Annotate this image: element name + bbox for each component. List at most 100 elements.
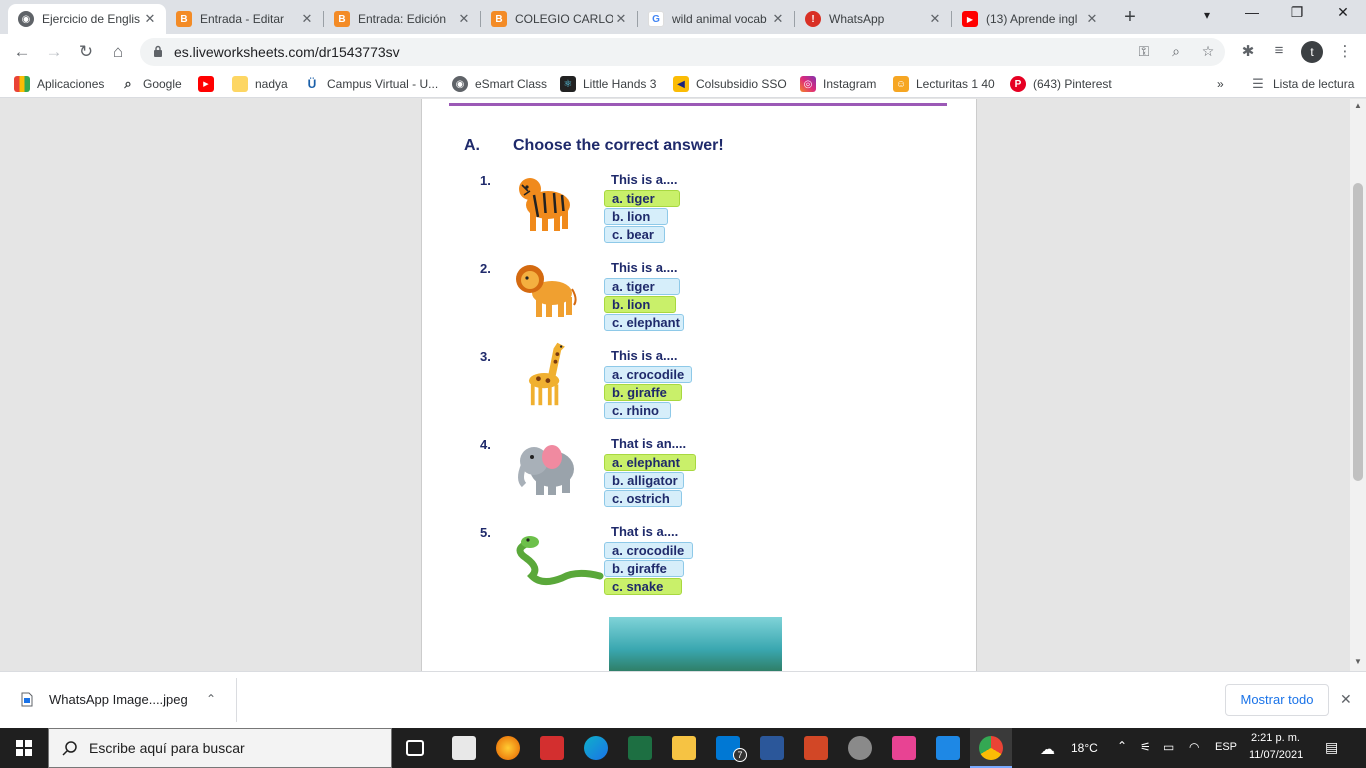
answer-option-selected[interactable]: a. tiger xyxy=(604,190,680,207)
scroll-up-icon[interactable]: ▲ xyxy=(1350,101,1366,110)
game-app-icon[interactable] xyxy=(892,736,916,760)
bookmark-youtube[interactable]: ▶ xyxy=(198,75,221,93)
key-icon[interactable]: ⚿ xyxy=(1135,43,1153,61)
tab-colegio[interactable]: B COLEGIO CARLOS ✕ xyxy=(481,4,637,34)
tab-entrada-edicion[interactable]: B Entrada: Edición ✕ xyxy=(324,4,480,34)
scrollbar-thumb[interactable] xyxy=(1353,183,1363,481)
weather-temp[interactable]: 18°C xyxy=(1071,741,1098,755)
pinterest-icon: P xyxy=(1010,76,1026,92)
answer-option-selected[interactable]: b. giraffe xyxy=(604,384,682,401)
bookmark-label: Colsubsidio SSO xyxy=(696,77,787,91)
bookmark-campus[interactable]: Ü Campus Virtual - U... xyxy=(304,75,439,93)
star-icon[interactable]: ☆ xyxy=(1199,43,1217,61)
extensions-icon[interactable]: ✱ xyxy=(1238,42,1258,62)
network-off-icon[interactable]: ⚟ xyxy=(1140,740,1151,754)
windows-start-icon[interactable] xyxy=(16,740,32,756)
tab-search-icon[interactable]: ▾ xyxy=(1192,8,1222,32)
task-view-icon[interactable] xyxy=(406,740,424,756)
lock-icon[interactable] xyxy=(153,45,163,57)
bookmark-little-hands[interactable]: ⚛ Little Hands 3 xyxy=(560,75,656,93)
address-bar[interactable]: es.liveworksheets.com/dr1543773sv ⚿ ⌕ ☆ xyxy=(140,38,1225,66)
answer-option[interactable]: a. crocodile xyxy=(604,366,692,383)
menu-icon[interactable]: ⋮ xyxy=(1335,42,1355,62)
gift-icon[interactable] xyxy=(540,736,564,760)
notifications-icon[interactable]: ▤ xyxy=(1325,739,1338,756)
close-shelf-icon[interactable]: ✕ xyxy=(1340,691,1352,708)
bookmark-google[interactable]: ⌕ Google xyxy=(120,75,181,93)
excel-icon[interactable] xyxy=(628,736,652,760)
forward-button[interactable]: → xyxy=(42,40,66,64)
bookmark-aplicaciones[interactable]: Aplicaciones xyxy=(14,75,104,93)
answer-option[interactable]: a. crocodile xyxy=(604,542,693,559)
back-button[interactable]: ← xyxy=(10,40,34,64)
tab-ejercicio[interactable]: ◉ Ejercicio de Englis ✕ xyxy=(8,4,166,34)
lion-image xyxy=(516,265,577,317)
maximize-button[interactable]: ❐ xyxy=(1282,4,1312,28)
answer-option[interactable]: c. ostrich xyxy=(604,490,682,507)
zoom-icon[interactable]: ⌕ xyxy=(1167,43,1185,61)
edge-icon[interactable] xyxy=(584,736,608,760)
close-tab-icon[interactable]: ✕ xyxy=(299,11,315,27)
tray-chevron-icon[interactable]: ⌃ xyxy=(1117,739,1127,753)
paint-icon[interactable] xyxy=(848,736,872,760)
answer-option[interactable]: c. elephant xyxy=(604,314,684,331)
download-filename[interactable]: WhatsApp Image....jpeg xyxy=(49,692,188,707)
tab-strip: ◉ Ejercicio de Englis ✕ B Entrada - Edit… xyxy=(0,0,1366,34)
answer-option-selected[interactable]: a. elephant xyxy=(604,454,696,471)
answer-option-selected[interactable]: b. lion xyxy=(604,296,676,313)
profile-avatar[interactable]: t xyxy=(1301,41,1323,63)
weather-icon[interactable]: ☁ xyxy=(1040,740,1055,758)
bookmark-lecturitas[interactable]: ☺ Lecturitas 1 40 xyxy=(893,75,995,93)
bookmark-pinterest[interactable]: P (643) Pinterest xyxy=(1010,75,1112,93)
word-icon[interactable] xyxy=(760,736,784,760)
chrome-taskbar-active[interactable] xyxy=(970,728,1012,768)
answer-option[interactable]: b. alligator xyxy=(604,472,684,489)
tab-entrada-editar[interactable]: B Entrada - Editar ✕ xyxy=(166,4,323,34)
tab-whatsapp[interactable]: ! WhatsApp ✕ xyxy=(795,4,951,34)
media-control-icon[interactable]: ≡ xyxy=(1269,42,1289,62)
bookmarks-overflow-button[interactable]: » xyxy=(1217,75,1224,93)
close-tab-icon[interactable]: ✕ xyxy=(456,11,472,27)
new-tab-button[interactable]: + xyxy=(1119,7,1141,29)
store-icon[interactable] xyxy=(452,736,476,760)
battery-icon[interactable]: ▭ xyxy=(1163,740,1174,754)
app-window-icon[interactable] xyxy=(936,736,960,760)
home-button[interactable]: ⌂ xyxy=(106,40,130,64)
reading-list-button[interactable]: ☰ Lista de lectura xyxy=(1250,75,1354,93)
file-explorer-icon[interactable] xyxy=(672,736,696,760)
clock-date[interactable]: 11/07/2021 xyxy=(1249,749,1303,761)
tab-google-search[interactable]: G wild animal vocab ✕ xyxy=(638,4,794,34)
reload-button[interactable]: ↻ xyxy=(74,40,98,64)
firefox-icon[interactable] xyxy=(496,736,520,760)
question-prompt: This is a.... xyxy=(611,260,678,275)
language-indicator[interactable]: ESP xyxy=(1215,741,1237,753)
close-tab-icon[interactable]: ✕ xyxy=(1084,11,1100,27)
bookmark-colsubsidio[interactable]: ◀ Colsubsidio SSO xyxy=(673,75,787,93)
answer-option[interactable]: c. rhino xyxy=(604,402,671,419)
answer-option-selected[interactable]: c. snake xyxy=(604,578,682,595)
clock-time[interactable]: 2:21 p. m. xyxy=(1251,732,1300,744)
answer-option[interactable]: b. lion xyxy=(604,208,668,225)
question-number: 5. xyxy=(480,525,491,540)
bookmark-instagram[interactable]: ◎ Instagram xyxy=(800,75,876,93)
vertical-scrollbar[interactable]: ▲ ▼ xyxy=(1350,99,1366,671)
bookmark-esmart[interactable]: ◉ eSmart Class xyxy=(452,75,547,93)
answer-option[interactable]: a. tiger xyxy=(604,278,680,295)
powerpoint-icon[interactable] xyxy=(804,736,828,760)
taskbar-search[interactable]: Escribe aquí para buscar xyxy=(48,728,392,768)
tab-youtube[interactable]: ▶ (13) Aprende ingl ✕ xyxy=(952,4,1108,34)
scroll-down-icon[interactable]: ▼ xyxy=(1350,657,1366,666)
close-tab-icon[interactable]: ✕ xyxy=(927,11,943,27)
close-tab-icon[interactable]: ✕ xyxy=(142,11,158,27)
close-tab-icon[interactable]: ✕ xyxy=(770,11,786,27)
answer-option[interactable]: c. bear xyxy=(604,226,665,243)
minimize-button[interactable]: — xyxy=(1237,4,1267,28)
bookmark-nadya[interactable]: nadya xyxy=(232,75,288,93)
download-options-chevron-icon[interactable]: ⌃ xyxy=(206,692,216,706)
wifi-icon[interactable]: ◠ xyxy=(1189,740,1199,754)
show-all-downloads-button[interactable]: Mostrar todo xyxy=(1225,684,1329,716)
url-text[interactable]: es.liveworksheets.com/dr1543773sv xyxy=(174,44,400,60)
answer-option[interactable]: b. giraffe xyxy=(604,560,684,577)
close-tab-icon[interactable]: ✕ xyxy=(613,11,629,27)
close-window-button[interactable]: ✕ xyxy=(1328,4,1358,28)
